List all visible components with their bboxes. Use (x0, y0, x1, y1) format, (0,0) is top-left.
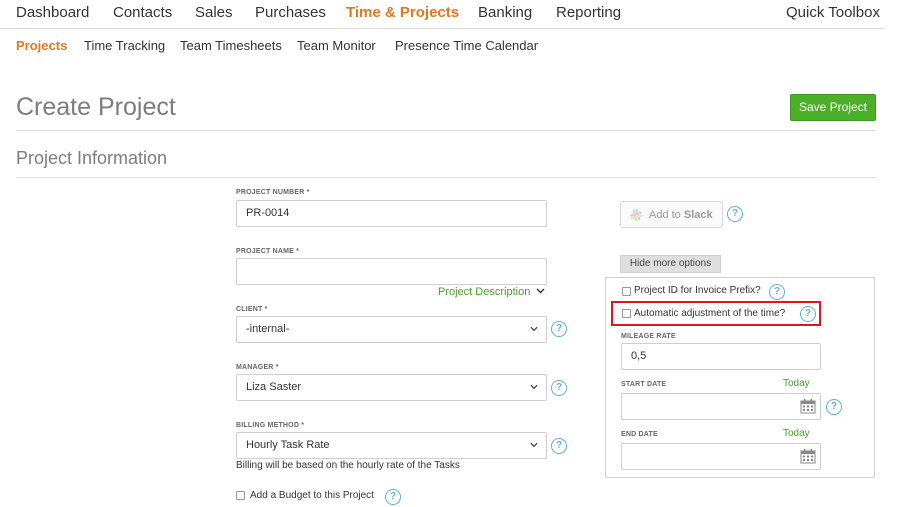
chevron-down-icon (530, 384, 538, 390)
manager-label: MANAGER * (236, 364, 279, 371)
help-icon[interactable]: ? (826, 399, 842, 415)
save-project-button[interactable]: Save Project (790, 94, 876, 121)
divider (16, 130, 876, 131)
billing-method-value: Hourly Task Rate (246, 439, 330, 451)
project-number-label: PROJECT NUMBER * (236, 189, 310, 196)
start-date-today-link[interactable]: Today (783, 378, 810, 389)
project-number-input[interactable]: PR-0014 (236, 200, 547, 227)
nav-quick-toolbox[interactable]: Quick Toolbox (786, 4, 880, 21)
project-name-input[interactable] (236, 258, 547, 285)
budget-checkbox-label: Add a Budget to this Project (250, 490, 374, 501)
invoice-prefix-label: Project ID for Invoice Prefix? (634, 285, 761, 296)
help-icon[interactable]: ? (551, 321, 567, 337)
add-to-slack-button[interactable]: Add to Slack (620, 201, 723, 228)
nav-reporting[interactable]: Reporting (556, 4, 621, 21)
chevron-down-icon (530, 326, 538, 332)
project-description-link[interactable]: Project Description (438, 286, 545, 298)
calendar-icon[interactable] (800, 398, 816, 414)
invoice-prefix-checkbox[interactable] (622, 287, 631, 296)
mileage-rate-input[interactable]: 0,5 (621, 343, 821, 370)
project-name-label: PROJECT NAME * (236, 248, 300, 255)
subnav-projects[interactable]: Projects (16, 38, 67, 53)
client-select[interactable]: -internal- (236, 316, 547, 343)
help-icon[interactable]: ? (385, 489, 401, 505)
help-icon[interactable]: ? (769, 284, 785, 300)
billing-method-select[interactable]: Hourly Task Rate (236, 432, 547, 459)
billing-method-note: Billing will be based on the hourly rate… (236, 460, 460, 471)
project-description-label: Project Description (438, 286, 531, 298)
budget-checkbox[interactable] (236, 491, 245, 500)
calendar-icon[interactable] (800, 448, 816, 464)
add-to-slack-label: Add to Slack (649, 209, 713, 221)
client-label: CLIENT * (236, 306, 268, 313)
subnav-team-timesheets[interactable]: Team Timesheets (180, 38, 282, 53)
end-date-today-link[interactable]: Today (783, 428, 810, 439)
help-icon[interactable]: ? (551, 438, 567, 454)
end-date-input[interactable] (621, 443, 821, 470)
start-date-label: START DATE (621, 381, 667, 388)
automatic-adjustment-label: Automatic adjustment of the time? (634, 308, 786, 319)
end-date-label: END DATE (621, 431, 658, 438)
billing-method-label: BILLING METHOD * (236, 422, 305, 429)
nav-banking[interactable]: Banking (478, 4, 532, 21)
start-date-input[interactable] (621, 393, 821, 420)
nav-purchases[interactable]: Purchases (255, 4, 326, 21)
automatic-adjustment-checkbox[interactable] (622, 309, 631, 318)
nav-time-projects[interactable]: Time & Projects (346, 4, 459, 21)
manager-select[interactable]: Liza Saster (236, 374, 547, 401)
mileage-rate-label: MILEAGE RATE (621, 333, 676, 340)
hide-more-options-button[interactable]: Hide more options (620, 255, 721, 273)
nav-sales[interactable]: Sales (195, 4, 233, 21)
chevron-down-icon (530, 442, 538, 448)
subnav-team-monitor[interactable]: Team Monitor (297, 38, 376, 53)
client-value: -internal- (246, 323, 290, 335)
chevron-down-icon (536, 288, 545, 294)
nav-dashboard[interactable]: Dashboard (16, 4, 89, 21)
divider (16, 177, 876, 178)
top-nav: Dashboard Contacts Sales Purchases Time … (0, 0, 885, 29)
slack-logo-icon (629, 208, 643, 222)
nav-contacts[interactable]: Contacts (113, 4, 172, 21)
manager-value: Liza Saster (246, 381, 302, 393)
page-title: Create Project (16, 93, 176, 121)
help-icon[interactable]: ? (551, 380, 567, 396)
section-title: Project Information (16, 148, 168, 168)
subnav-time-tracking[interactable]: Time Tracking (84, 38, 165, 53)
help-icon[interactable]: ? (800, 306, 816, 322)
subnav-presence-time-calendar[interactable]: Presence Time Calendar (395, 38, 538, 53)
help-icon[interactable]: ? (727, 206, 743, 222)
